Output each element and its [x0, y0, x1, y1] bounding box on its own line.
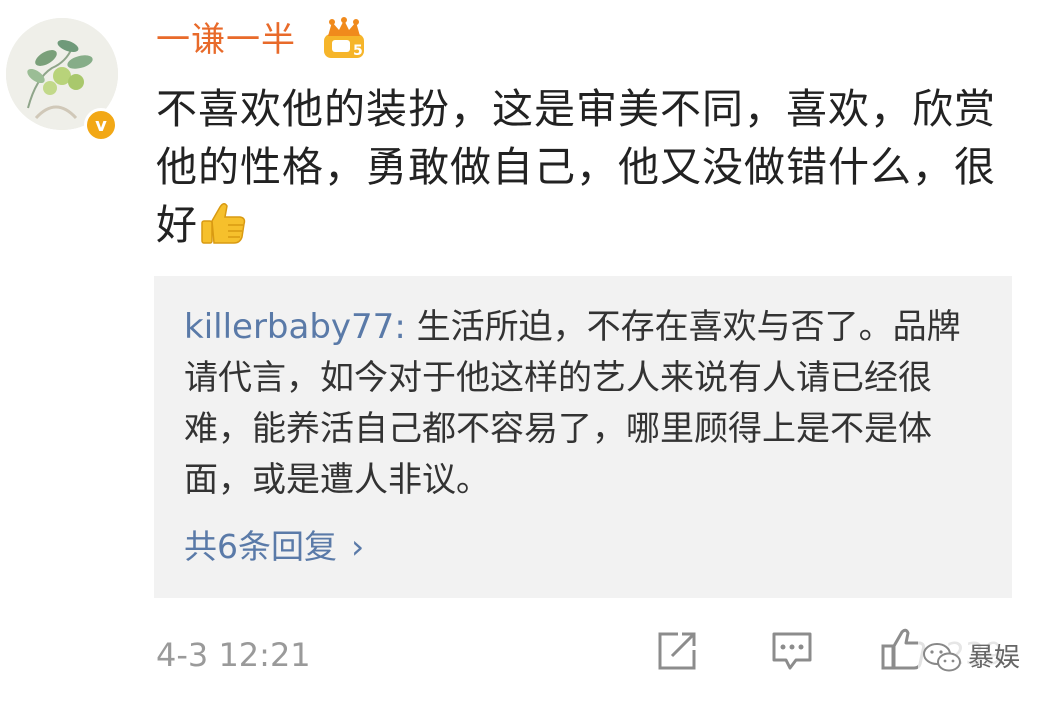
view-all-replies-link[interactable]: 共6条回复 ›	[184, 522, 364, 572]
timestamp: 4-3 12:21	[156, 636, 311, 674]
vip-crown-icon[interactable]: 5	[322, 16, 366, 62]
reply-separator: :	[394, 307, 406, 347]
view-all-replies-label: 共6条回复	[184, 527, 337, 566]
comment-body: 不喜欢他的装扮，这是审美不同，喜欢，欣赏他的性格，勇敢做自己，他又没做错什么，很…	[156, 85, 996, 249]
comment-icon[interactable]	[770, 630, 814, 672]
reply-box[interactable]: killerbaby77: 生活所迫，不存在喜欢与否了。品牌请代言，如今对于他这…	[154, 276, 1012, 598]
thumbs-up-emoji	[201, 203, 246, 244]
verified-v-icon: v	[84, 108, 118, 142]
comment-text: 不喜欢他的装扮，这是审美不同，喜欢，欣赏他的性格，勇敢做自己，他又没做错什么，很…	[156, 80, 1036, 254]
crown-level: 5	[353, 43, 363, 59]
watermark-text: 暴娱	[968, 643, 1021, 673]
watermark: 暴娱	[918, 640, 1025, 676]
share-icon[interactable]	[656, 630, 698, 672]
username[interactable]: 一谦一半	[156, 14, 296, 66]
avatar[interactable]: v	[6, 18, 118, 142]
reply-content: killerbaby77: 生活所迫，不存在喜欢与否了。品牌请代言，如今对于他这…	[184, 302, 994, 506]
reply-author-link[interactable]: killerbaby77	[184, 307, 394, 347]
wechat-icon	[923, 643, 961, 672]
chevron-right-icon: ›	[351, 527, 365, 566]
